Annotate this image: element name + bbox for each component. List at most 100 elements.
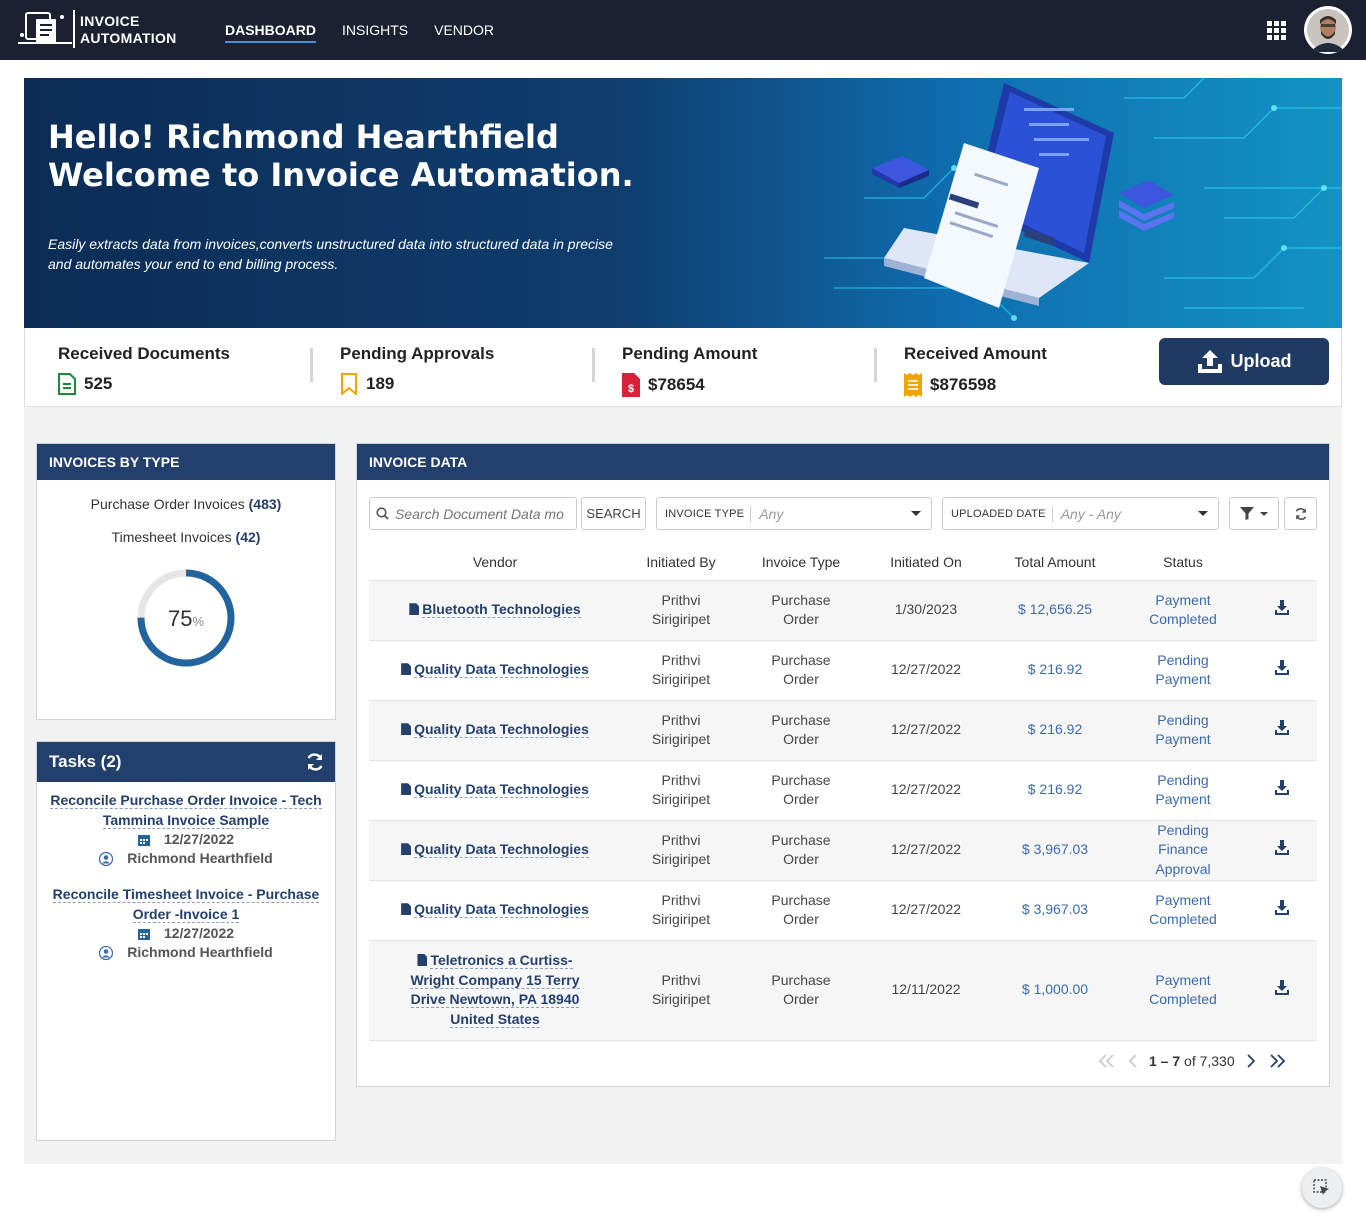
page-total: of 7,330 <box>1184 1053 1235 1069</box>
table-row[interactable]: Quality Data Technologies Prithvi Sirigir… <box>369 640 1317 701</box>
invoice-logo-icon[interactable] <box>16 9 74 49</box>
task-item[interactable]: Reconcile Purchase Order Invoice - Tech … <box>37 790 335 868</box>
vendor-link[interactable]: Quality Data Technologies <box>414 721 589 739</box>
tasks-panel: Tasks (2) Reconcile Purchase Order Invoi… <box>36 741 336 1141</box>
download-icon[interactable] <box>1275 599 1289 621</box>
table-row[interactable]: Quality Data Technologies Prithvi Sirigir… <box>369 700 1317 761</box>
invoice-type: Purchase Order <box>771 831 831 868</box>
invoice-type-dropdown[interactable]: INVOICE TYPE Any <box>656 497 932 530</box>
donut-percent-unit: % <box>192 614 204 629</box>
download-icon[interactable] <box>1275 979 1289 1001</box>
cell-vendor: Quality Data Technologies <box>369 820 621 881</box>
nav-dashboard[interactable]: DASHBOARD <box>225 0 316 60</box>
pagination: 1 – 7 of 7,330 <box>1097 1049 1317 1073</box>
cell-invoice-type: Purchase Order <box>741 820 861 881</box>
download-icon[interactable] <box>1275 899 1289 921</box>
task-title[interactable]: Reconcile Purchase Order Invoice - Tech … <box>50 792 322 829</box>
initiated-by: Prithvi Sirigiripet <box>651 711 711 748</box>
uploaded-date-dropdown[interactable]: UPLOADED DATE Any - Any <box>942 497 1219 530</box>
po-invoices-row: Purchase Order Invoices (483) <box>37 496 335 512</box>
stat-value: 525 <box>84 374 113 393</box>
donut-percent: 75 <box>168 606 192 631</box>
col-header-vendor[interactable]: Vendor <box>369 544 621 581</box>
cell-total-amount: $ 216.92 <box>991 640 1119 701</box>
vendor-link[interactable]: Quality Data Technologies <box>414 841 589 859</box>
table-row[interactable]: Quality Data Technologies Prithvi Sirigir… <box>369 820 1317 881</box>
invoice-toolbar: SEARCH INVOICE TYPE Any UPLOADED DATE An… <box>369 497 1317 531</box>
cell-initiated-by: Prithvi Sirigiripet <box>621 640 741 701</box>
stat-received-amount: Received Amount $876598 <box>904 344 1047 397</box>
cell-vendor: Bluetooth Technologies <box>369 580 621 641</box>
last-page-icon[interactable] <box>1267 1054 1287 1068</box>
stat-label: Received Amount <box>904 344 1047 363</box>
cell-status: Payment Completed <box>1119 940 1247 1041</box>
table-row[interactable]: Bluetooth Technologies Prithvi Sirigiripe… <box>369 580 1317 641</box>
download-icon[interactable] <box>1275 659 1289 681</box>
next-page-icon[interactable] <box>1241 1054 1261 1068</box>
cell-total-amount: $ 3,967.03 <box>991 820 1119 881</box>
cell-invoice-type: Purchase Order <box>741 760 861 821</box>
stat-pending-amount: Pending Amount $ $78654 <box>622 344 757 397</box>
cell-initiated-on: 12/27/2022 <box>861 700 991 761</box>
vendor-link[interactable]: Teletronics a Curtiss-Wright Company 15 … <box>410 952 580 1028</box>
cell-status: Pending Payment <box>1119 700 1247 761</box>
download-icon[interactable] <box>1275 779 1289 801</box>
col-header-invoice-type[interactable]: Invoice Type <box>741 544 861 581</box>
refresh-icon[interactable] <box>305 752 325 772</box>
col-header-initiated-on[interactable]: Initiated On <box>861 544 991 581</box>
col-header-initiated-by[interactable]: Initiated By <box>621 544 741 581</box>
search-button[interactable]: SEARCH <box>581 497 646 530</box>
vendor-link[interactable]: Bluetooth Technologies <box>422 601 581 619</box>
search-input[interactable] <box>395 505 567 522</box>
refresh-button[interactable] <box>1284 497 1317 530</box>
stat-value: 189 <box>366 374 395 393</box>
calendar-icon <box>137 834 150 846</box>
cell-actions <box>1247 820 1317 881</box>
stats-strip: Received Documents 525 Pending Approvals… <box>24 328 1342 407</box>
document-icon <box>401 663 412 676</box>
initiated-on: 12/11/2022 <box>891 981 961 998</box>
invoices-by-type-panel: INVOICES BY TYPE Purchase Order Invoices… <box>36 443 336 720</box>
vendor-link[interactable]: Quality Data Technologies <box>414 661 589 679</box>
nav-vendor[interactable]: VENDOR <box>434 0 494 60</box>
col-header-status[interactable]: Status <box>1119 544 1247 581</box>
total-amount: $ 216.92 <box>1027 721 1083 738</box>
task-item[interactable]: Reconcile Timesheet Invoice - Purchase O… <box>37 884 335 962</box>
search-box[interactable] <box>369 497 577 530</box>
table-row[interactable]: Quality Data Technologies Prithvi Sirigir… <box>369 880 1317 941</box>
cursor-assist-button[interactable] <box>1302 1168 1342 1208</box>
svg-text:75%: 75% <box>168 606 204 631</box>
cell-actions <box>1247 580 1317 641</box>
cell-invoice-type: Purchase Order <box>741 940 861 1041</box>
cell-vendor: Teletronics a Curtiss-Wright Company 15 … <box>369 940 621 1041</box>
nav-insights[interactable]: INSIGHTS <box>342 0 408 60</box>
invoice-type-label: INVOICE TYPE <box>665 505 752 522</box>
vendor-link[interactable]: Quality Data Technologies <box>414 901 589 919</box>
task-user: Richmond Hearthfield <box>127 850 273 866</box>
download-icon[interactable] <box>1275 719 1289 741</box>
user-avatar[interactable] <box>1304 6 1352 54</box>
po-invoices-count: (483) <box>248 496 282 512</box>
prev-page-icon[interactable] <box>1123 1054 1143 1068</box>
cell-status: Pending Finance Approval <box>1119 820 1247 881</box>
table-row[interactable]: Teletronics a Curtiss-Wright Company 15 … <box>369 940 1317 1041</box>
cell-total-amount: $ 3,967.03 <box>991 880 1119 941</box>
task-title[interactable]: Reconcile Timesheet Invoice - Purchase O… <box>52 886 320 923</box>
apps-grid-icon[interactable] <box>1267 21 1288 40</box>
upload-button[interactable]: Upload <box>1159 338 1329 385</box>
total-amount: $ 3,967.03 <box>1021 901 1089 918</box>
first-page-icon[interactable] <box>1097 1054 1117 1068</box>
cell-actions <box>1247 760 1317 821</box>
chevron-down-icon <box>1198 511 1208 516</box>
col-header-total-amount[interactable]: Total Amount <box>991 544 1119 581</box>
table-row[interactable]: Quality Data Technologies Prithvi Sirigir… <box>369 760 1317 821</box>
vendor-link[interactable]: Quality Data Technologies <box>414 781 589 799</box>
cell-status: Payment Completed <box>1119 880 1247 941</box>
download-icon[interactable] <box>1275 839 1289 861</box>
cell-actions <box>1247 940 1317 1041</box>
app-logo-text[interactable]: INVOICE AUTOMATION <box>80 13 177 47</box>
banner-description: Easily extracts data from invoices,conve… <box>48 236 613 272</box>
filter-button[interactable] <box>1229 497 1279 530</box>
main-nav: DASHBOARD INSIGHTS VENDOR <box>225 0 494 60</box>
cell-status: Pending Payment <box>1119 760 1247 821</box>
